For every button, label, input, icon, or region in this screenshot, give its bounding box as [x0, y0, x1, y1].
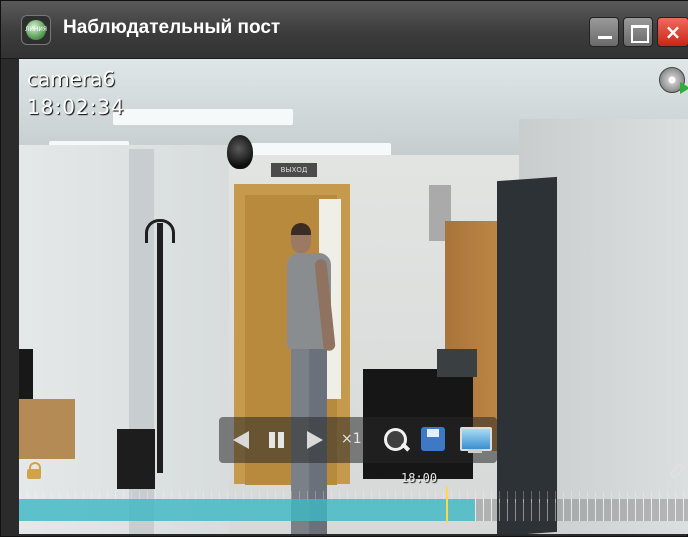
- app-logo-text: ЛИНИЯ: [24, 26, 48, 33]
- prev-frame-icon[interactable]: [229, 425, 253, 455]
- maximize-button[interactable]: [623, 17, 653, 47]
- title-bar[interactable]: ЛИНИЯ Наблюдательный пост ×: [1, 1, 688, 59]
- scene-printer: [437, 349, 477, 377]
- save-icon[interactable]: [419, 425, 447, 455]
- film-reel-icon[interactable]: [659, 67, 688, 94]
- timeline-playhead[interactable]: [446, 487, 448, 523]
- close-icon: ×: [664, 20, 682, 44]
- timeline[interactable]: 18:00: [19, 457, 688, 534]
- playback-speed[interactable]: ×1: [341, 431, 362, 447]
- scene-coat-rack: [157, 223, 163, 473]
- close-button[interactable]: ×: [657, 17, 688, 47]
- lock-icon[interactable]: [27, 462, 41, 479]
- scene-desk: [19, 399, 75, 459]
- scene-exit-sign: ВЫХОД: [271, 163, 317, 177]
- timeline-recorded-bar[interactable]: [19, 499, 475, 521]
- camera-name-label: camera6: [27, 67, 116, 91]
- scene-monitor: [19, 349, 33, 399]
- scene-light: [113, 109, 293, 125]
- monitor-icon[interactable]: [459, 425, 492, 455]
- next-frame-icon[interactable]: [303, 425, 327, 455]
- camera-timestamp: 18:02:34: [27, 95, 125, 119]
- pause-icon[interactable]: [265, 425, 289, 455]
- window-title: Наблюдательный пост: [63, 17, 281, 38]
- minimize-button[interactable]: [589, 17, 619, 47]
- observation-window: ЛИНИЯ Наблюдательный пост × ВЫХОД camera…: [0, 0, 688, 537]
- app-logo-icon: ЛИНИЯ: [21, 15, 51, 45]
- video-view[interactable]: ВЫХОД camera6 18:02:34 ×1 18:00: [19, 59, 688, 534]
- zoom-icon[interactable]: [381, 425, 411, 455]
- scene-camera-dome: [227, 135, 253, 169]
- timeline-tick-label: 18:00: [401, 471, 438, 485]
- link-icon[interactable]: [668, 462, 686, 480]
- timeline-unrecorded[interactable]: [475, 499, 688, 521]
